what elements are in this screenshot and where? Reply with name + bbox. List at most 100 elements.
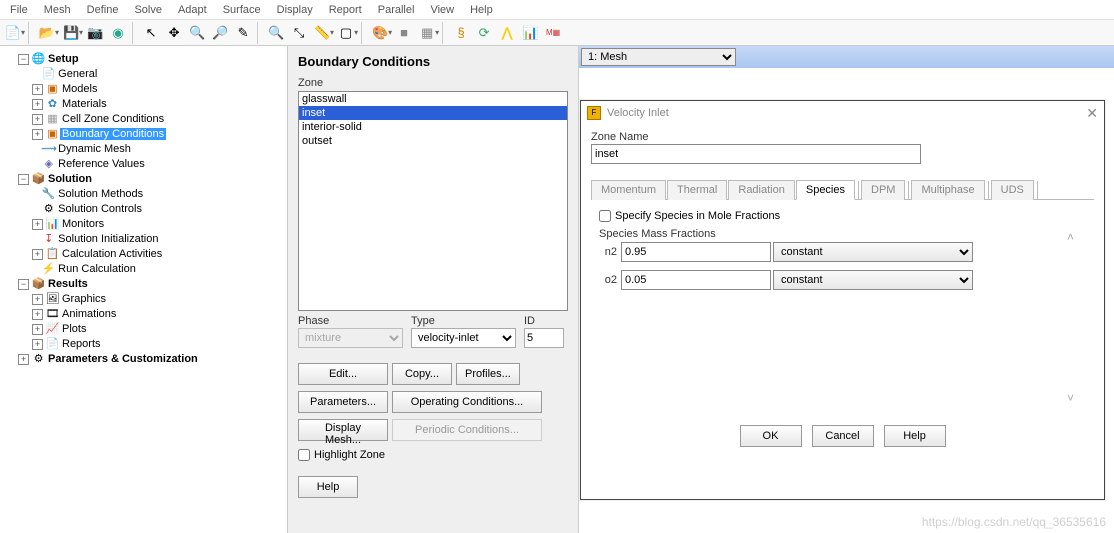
expand-icon[interactable]: + <box>18 354 29 365</box>
expand-icon[interactable]: + <box>32 249 43 260</box>
menu-define[interactable]: Define <box>81 3 125 17</box>
zone-item-selected[interactable]: inset <box>299 106 567 120</box>
camera-icon[interactable]: 📷 <box>84 22 106 44</box>
tab-momentum[interactable]: Momentum <box>591 180 666 200</box>
close-icon[interactable]: ✕ <box>1086 105 1098 122</box>
tree-ref-values[interactable]: Reference Values <box>56 158 147 170</box>
zone-item[interactable]: interior-solid <box>299 120 567 134</box>
sync-icon[interactable]: § <box>450 22 472 44</box>
mole-fractions-checkbox[interactable] <box>599 210 611 222</box>
tab-radiation[interactable]: Radiation <box>728 180 794 200</box>
tree-solution[interactable]: Solution <box>46 173 94 185</box>
expand-icon[interactable]: + <box>32 309 43 320</box>
expand-icon[interactable]: + <box>32 84 43 95</box>
tree-cellzone[interactable]: Cell Zone Conditions <box>60 113 166 125</box>
tab-uds[interactable]: UDS <box>991 180 1034 200</box>
expand-icon[interactable]: + <box>32 99 43 110</box>
tree-graphics[interactable]: Graphics <box>60 293 108 305</box>
scroll-down-icon[interactable]: ˅ <box>1067 391 1074 405</box>
menu-parallel[interactable]: Parallel <box>372 3 421 17</box>
operating-conditions-button[interactable]: Operating Conditions... <box>392 391 542 413</box>
zoom-fit-icon[interactable]: 🔍 <box>265 22 287 44</box>
help-icon[interactable]: ◉ <box>107 22 129 44</box>
cancel-button[interactable]: Cancel <box>812 425 874 447</box>
tree-results[interactable]: Results <box>46 278 90 290</box>
expand-icon[interactable]: + <box>32 324 43 335</box>
menu-display[interactable]: Display <box>271 3 319 17</box>
grid-icon[interactable]: M▦ <box>542 22 564 44</box>
species-o2-mode-select[interactable]: constant <box>773 270 973 290</box>
tree-boundary-conditions[interactable]: Boundary Conditions <box>60 128 166 140</box>
fluent-icon: F <box>587 106 601 120</box>
expand-icon[interactable]: + <box>32 294 43 305</box>
menu-report[interactable]: Report <box>323 3 368 17</box>
id-input[interactable] <box>524 328 564 348</box>
display-mesh-button[interactable]: Display Mesh... <box>298 419 388 441</box>
solid-icon[interactable]: ■ <box>393 22 415 44</box>
ok-button[interactable]: OK <box>740 425 802 447</box>
ansys-icon[interactable]: ⋀ <box>496 22 518 44</box>
copy-button[interactable]: Copy... <box>392 363 452 385</box>
tab-multiphase[interactable]: Multiphase <box>911 180 984 200</box>
refresh-icon[interactable]: ⟳ <box>473 22 495 44</box>
species-n2-input[interactable] <box>621 242 771 262</box>
scroll-up-icon[interactable]: ˄ <box>1067 230 1074 244</box>
zone-name-input[interactable] <box>591 144 921 164</box>
tree-materials[interactable]: Materials <box>60 98 109 110</box>
menu-help[interactable]: Help <box>464 3 499 17</box>
mesh-view-select[interactable]: 1: Mesh <box>581 48 736 66</box>
profiles-button[interactable]: Profiles... <box>456 363 520 385</box>
tab-thermal[interactable]: Thermal <box>667 180 727 200</box>
menu-adapt[interactable]: Adapt <box>172 3 213 17</box>
tree-sol-controls[interactable]: Solution Controls <box>56 203 144 215</box>
pan-icon[interactable]: ✥ <box>163 22 185 44</box>
phase-select: mixture <box>298 328 403 348</box>
menu-mesh[interactable]: Mesh <box>38 3 77 17</box>
bc-help-button[interactable]: Help <box>298 476 358 498</box>
tree-dynamic-mesh[interactable]: Dynamic Mesh <box>56 143 133 155</box>
tree-calc-activities[interactable]: Calculation Activities <box>60 248 164 260</box>
tree-setup[interactable]: Setup <box>46 53 81 65</box>
tab-dpm[interactable]: DPM <box>861 180 905 200</box>
menu-surface[interactable]: Surface <box>217 3 267 17</box>
type-select[interactable]: velocity-inlet <box>411 328 516 348</box>
expand-icon[interactable]: + <box>32 219 43 230</box>
expand-icon[interactable]: + <box>32 114 43 125</box>
tree-run-calc[interactable]: Run Calculation <box>56 263 138 275</box>
tree-monitors[interactable]: Monitors <box>60 218 106 230</box>
edit-button[interactable]: Edit... <box>298 363 388 385</box>
dlg-help-button[interactable]: Help <box>884 425 946 447</box>
tab-species[interactable]: Species <box>796 180 855 200</box>
tree-plots[interactable]: Plots <box>60 323 88 335</box>
probe-icon[interactable]: ✎ <box>232 22 254 44</box>
menu-file[interactable]: File <box>4 3 34 17</box>
tabs: Momentum Thermal Radiation Species DPM M… <box>591 180 1094 200</box>
species-o2-input[interactable] <box>621 270 771 290</box>
tree-params[interactable]: Parameters & Customization <box>46 353 200 365</box>
expand-icon[interactable]: + <box>32 339 43 350</box>
chart-icon[interactable]: 📊 <box>519 22 541 44</box>
tree-sol-methods[interactable]: Solution Methods <box>56 188 145 200</box>
parameters-button[interactable]: Parameters... <box>298 391 388 413</box>
zone-item[interactable]: glasswall <box>299 92 567 106</box>
zoom-in-icon[interactable]: 🔍 <box>186 22 208 44</box>
tree-models[interactable]: Models <box>60 83 99 95</box>
zone-item[interactable]: outset <box>299 134 567 148</box>
zone-list[interactable]: glasswall inset interior-solid outset <box>298 91 568 311</box>
collapse-icon[interactable]: − <box>18 174 29 185</box>
collapse-icon[interactable]: − <box>18 279 29 290</box>
tree-general[interactable]: General <box>56 68 99 80</box>
menu-view[interactable]: View <box>424 3 460 17</box>
tree-sol-init[interactable]: Solution Initialization <box>56 233 160 245</box>
menu-bar: File Mesh Define Solve Adapt Surface Dis… <box>0 0 1114 20</box>
species-n2-mode-select[interactable]: constant <box>773 242 973 262</box>
menu-solve[interactable]: Solve <box>128 3 168 17</box>
zoom-out-icon[interactable]: 🔎 <box>209 22 231 44</box>
collapse-icon[interactable]: − <box>18 54 29 65</box>
axes-icon[interactable]: ⤡ <box>288 22 310 44</box>
tree-reports[interactable]: Reports <box>60 338 103 350</box>
tree-animations[interactable]: Animations <box>60 308 118 320</box>
pointer-icon[interactable]: ↖ <box>140 22 162 44</box>
expand-icon[interactable]: + <box>32 129 43 140</box>
highlight-zone-checkbox[interactable] <box>298 449 310 461</box>
